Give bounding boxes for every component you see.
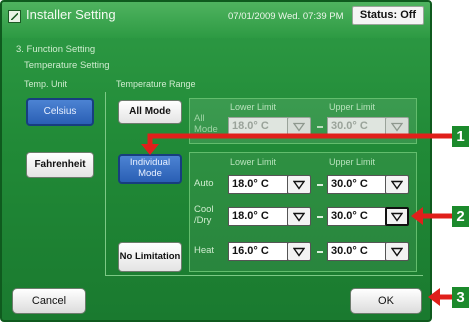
callout-1: 1 bbox=[452, 126, 469, 147]
touch-panel-screen: Installer Setting 07/01/2009 Wed. 07:39 … bbox=[0, 0, 432, 322]
triangle-down-icon bbox=[293, 212, 305, 221]
range-dash bbox=[317, 216, 323, 218]
lower-limit-header-all: Lower Limit bbox=[230, 102, 277, 112]
breadcrumb-section: 3. Function Setting bbox=[16, 44, 96, 55]
upper-limit-header: Upper Limit bbox=[329, 157, 376, 167]
temperature-range-label: Temperature Range bbox=[116, 79, 196, 89]
triangle-down-icon bbox=[391, 212, 403, 221]
triangle-down-icon bbox=[293, 247, 305, 256]
callout-3: 3 bbox=[452, 287, 469, 308]
cool-dry-lower-dropdown[interactable] bbox=[287, 207, 311, 226]
heat-upper-field: 30.0° C bbox=[327, 242, 387, 261]
lower-limit-header: Lower Limit bbox=[230, 157, 277, 167]
cool-dry-upper-dropdown[interactable] bbox=[385, 207, 409, 226]
auto-lower-field: 18.0° C bbox=[228, 175, 288, 194]
auto-upper-field: 30.0° C bbox=[327, 175, 387, 194]
upper-limit-header-all: Upper Limit bbox=[329, 102, 376, 112]
cancel-button[interactable]: Cancel bbox=[12, 288, 86, 314]
row-label-cool-dry: Cool /Dry bbox=[194, 204, 214, 226]
all-mode-upper-dropdown bbox=[385, 117, 409, 136]
heat-lower-field: 16.0° C bbox=[228, 242, 288, 261]
individual-mode-button[interactable]: Individual Mode bbox=[118, 154, 182, 184]
breadcrumb-page: Temperature Setting bbox=[24, 60, 110, 71]
auto-upper-dropdown[interactable] bbox=[385, 175, 409, 194]
all-mode-lower-field: 18.0° C bbox=[228, 117, 288, 136]
triangle-down-icon bbox=[391, 180, 403, 189]
callout-2: 2 bbox=[452, 206, 469, 227]
no-limitation-button[interactable]: No Limitation bbox=[118, 242, 182, 272]
triangle-down-icon bbox=[391, 122, 403, 131]
cool-dry-upper-field: 30.0° C bbox=[327, 207, 387, 226]
screen-title: Installer Setting bbox=[26, 7, 116, 22]
row-label-auto: Auto bbox=[194, 178, 214, 189]
ok-button[interactable]: OK bbox=[350, 288, 422, 314]
cool-dry-lower-field: 18.0° C bbox=[228, 207, 288, 226]
range-dash bbox=[317, 184, 323, 186]
auto-lower-dropdown[interactable] bbox=[287, 175, 311, 194]
datetime-display: 07/01/2009 Wed. 07:39 PM bbox=[228, 11, 344, 22]
heat-lower-dropdown[interactable] bbox=[287, 242, 311, 261]
status-button[interactable]: Status: Off bbox=[352, 6, 424, 25]
all-mode-lower-dropdown bbox=[287, 117, 311, 136]
window-icon bbox=[8, 10, 21, 23]
triangle-down-icon bbox=[391, 247, 403, 256]
celsius-button[interactable]: Celsius bbox=[26, 98, 94, 126]
row-label-heat: Heat bbox=[194, 245, 215, 256]
range-dash bbox=[317, 126, 323, 128]
triangle-down-icon bbox=[293, 180, 305, 189]
range-dash bbox=[317, 251, 323, 253]
title-bar: Installer Setting 07/01/2009 Wed. 07:39 … bbox=[2, 2, 430, 38]
heat-upper-dropdown[interactable] bbox=[385, 242, 409, 261]
temp-unit-label: Temp. Unit bbox=[24, 79, 68, 89]
all-mode-button[interactable]: All Mode bbox=[118, 100, 182, 124]
all-mode-upper-field: 30.0° C bbox=[327, 117, 387, 136]
fahrenheit-button[interactable]: Fahrenheit bbox=[26, 152, 94, 178]
triangle-down-icon bbox=[293, 122, 305, 131]
row-label-all-mode: All Mode bbox=[194, 113, 218, 135]
